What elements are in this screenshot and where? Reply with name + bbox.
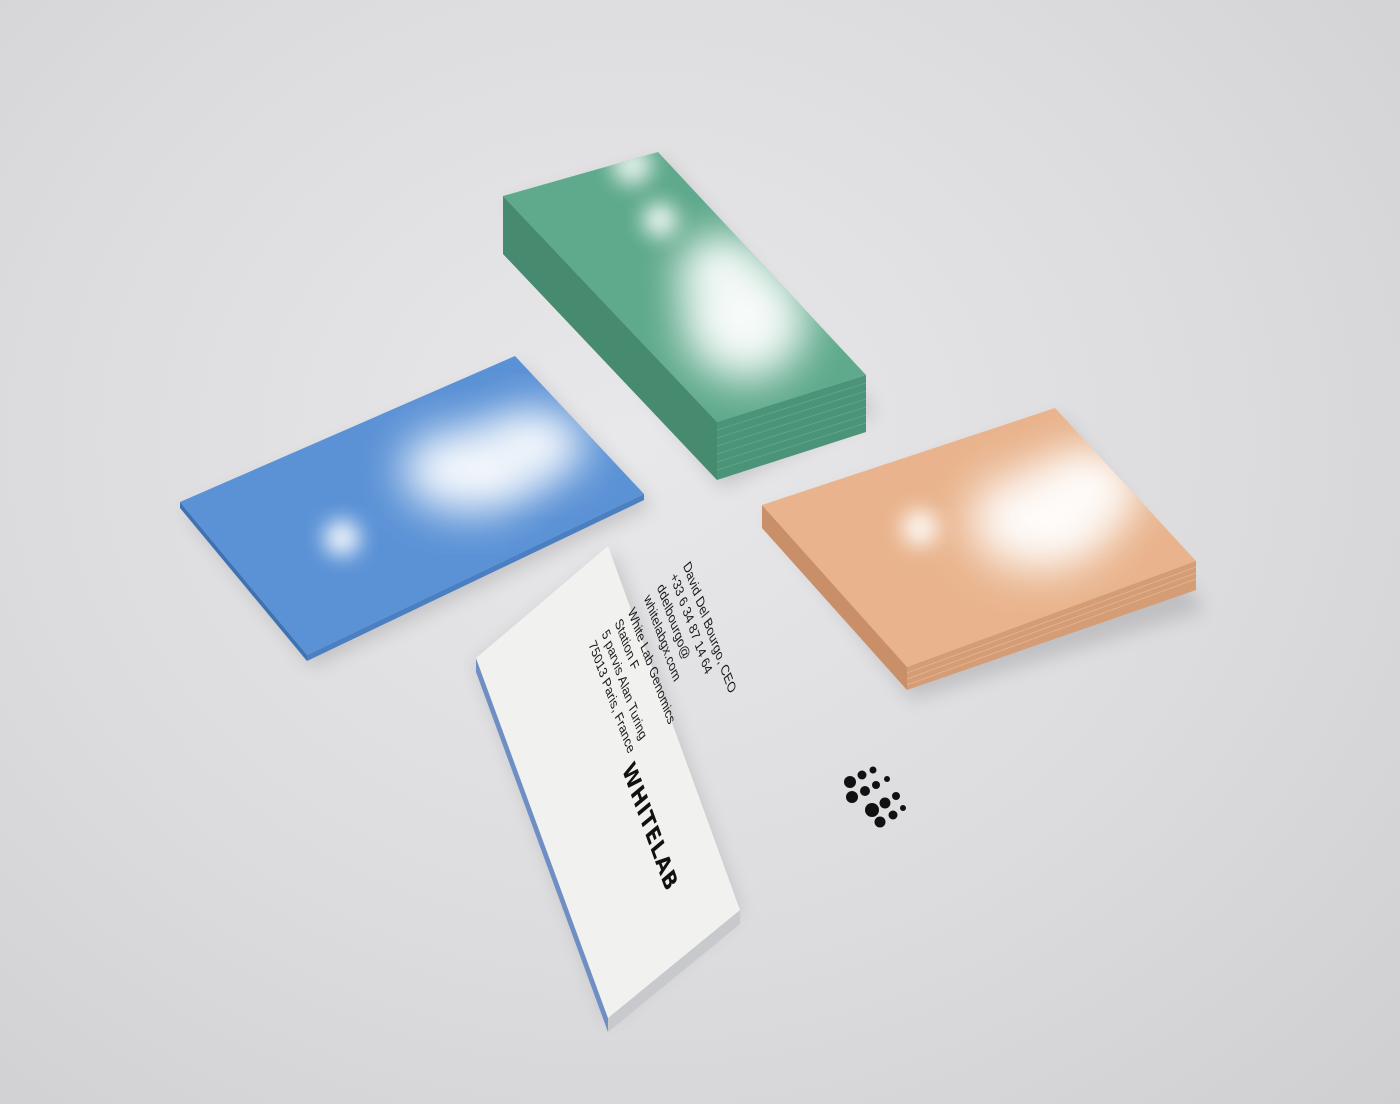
whitelab-dots-logo-icon: [844, 766, 906, 828]
white-business-card: David Del Bourgo, CEO +33 6 34 87 14 64 …: [476, 546, 906, 1032]
business-card-mockup-scene: David Del Bourgo, CEO +33 6 34 87 14 64 …: [180, 152, 1205, 1032]
peach-card-stack: [762, 408, 1197, 690]
